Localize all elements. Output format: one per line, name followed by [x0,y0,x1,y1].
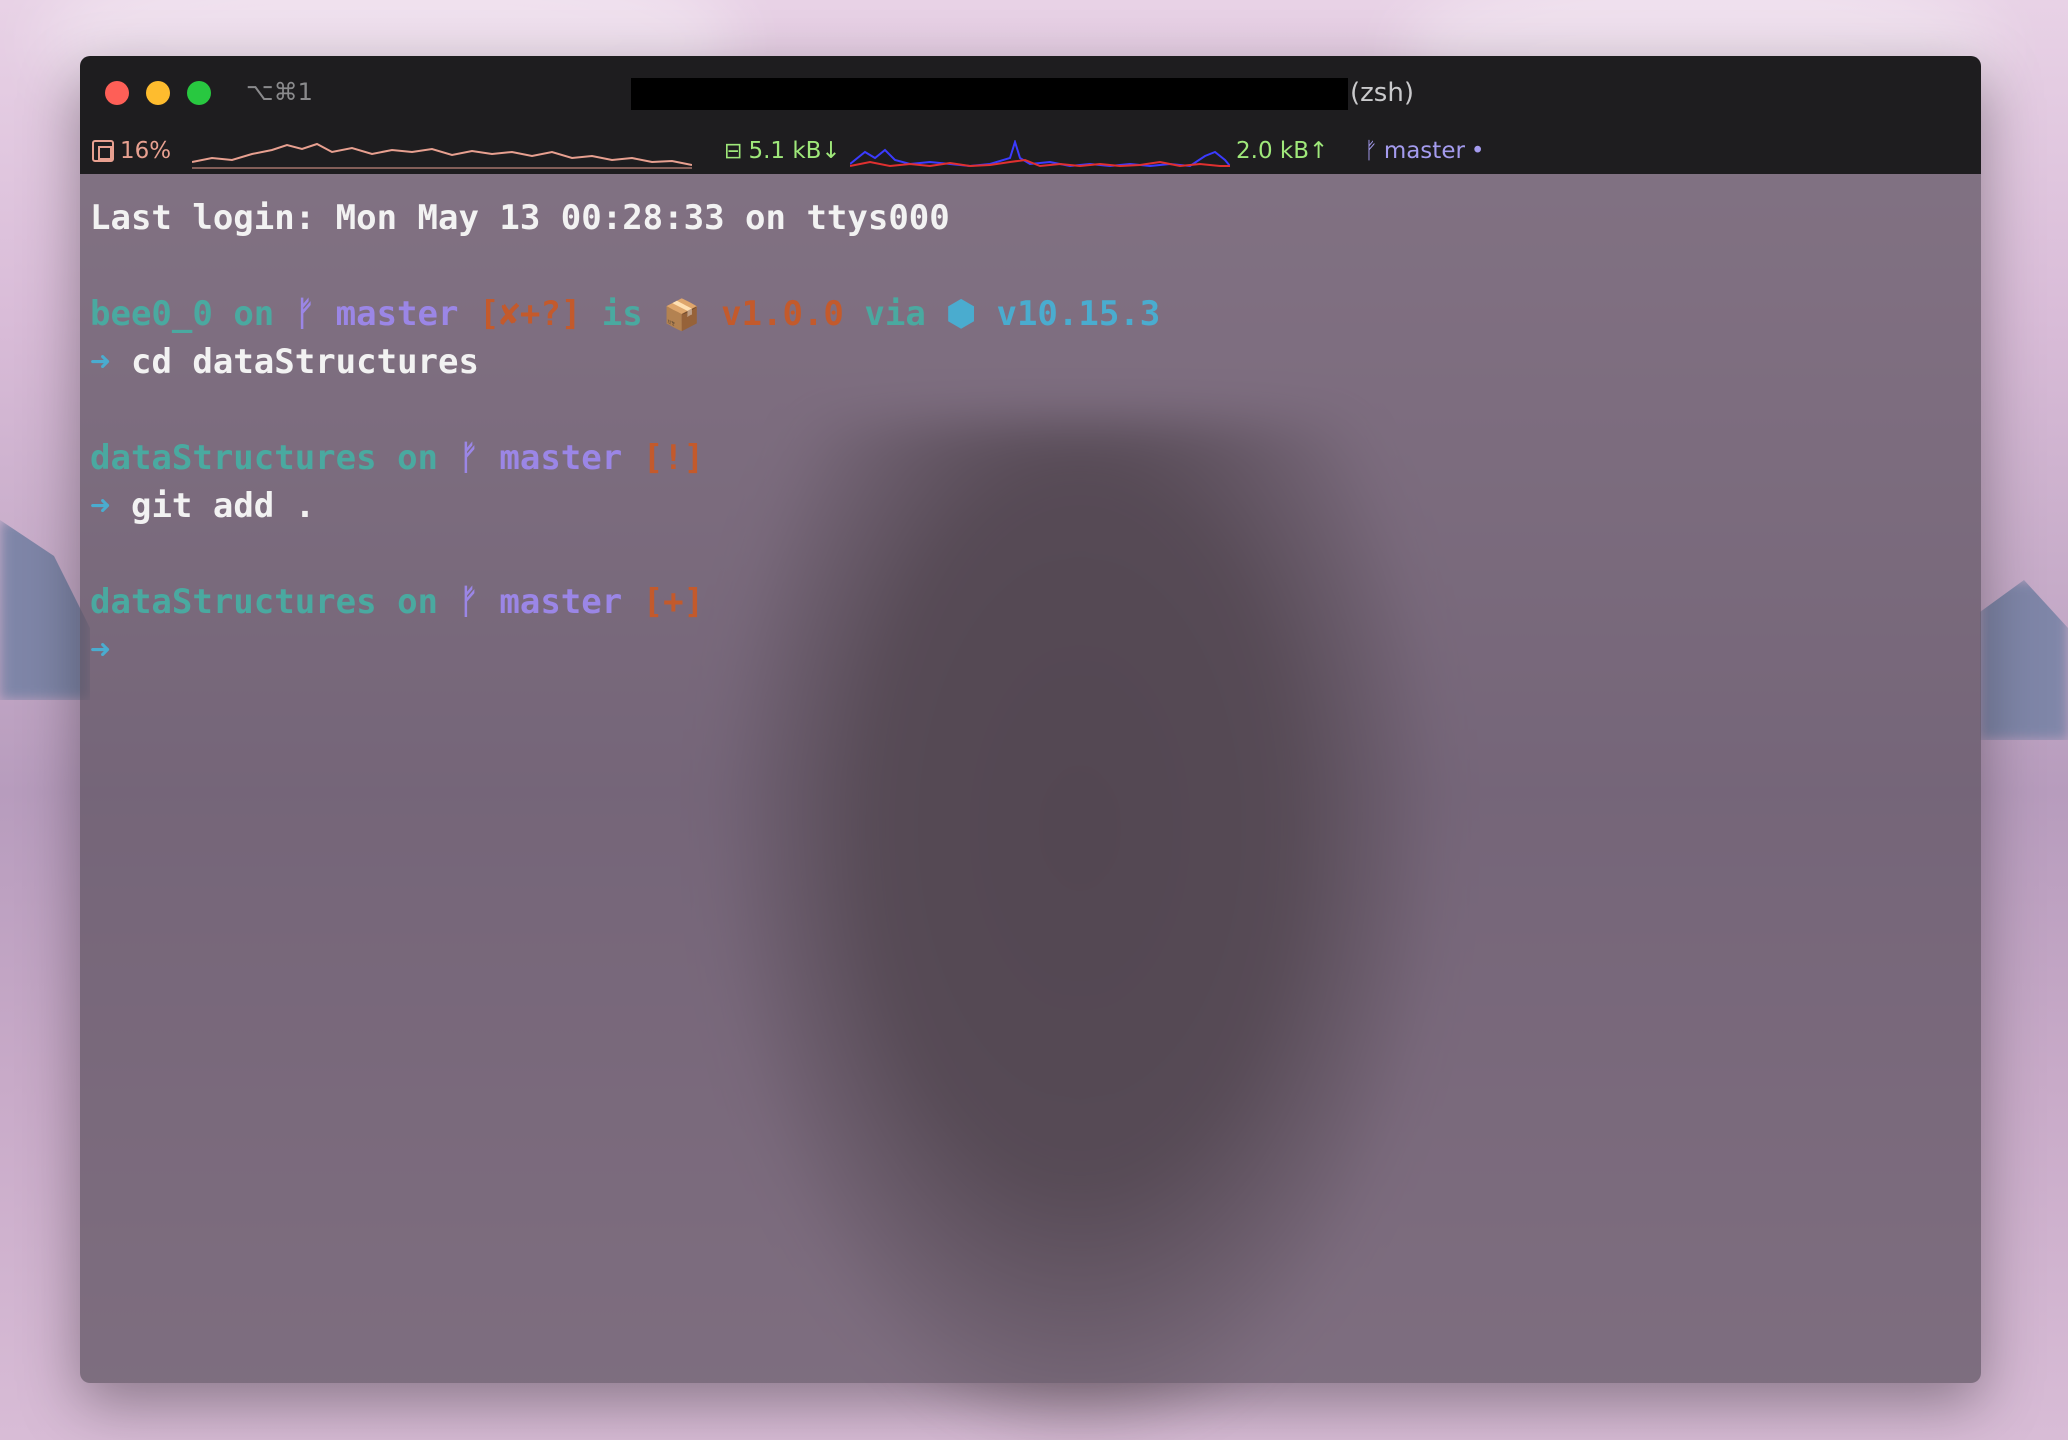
prompt-line: dataStructures on ᚠ master [+] [90,578,1971,626]
prompt-on: on [233,294,275,334]
git-branch-icon: ᚠ [458,582,479,622]
prompt-branch: master [335,294,459,334]
prompt-directory: dataStructures [90,582,377,622]
prompt-on: on [397,438,439,478]
node-icon: ⬢ [946,294,976,334]
prompt-arrow-icon: ➜ [90,630,111,670]
prompt-via: via [864,294,926,334]
status-bar: 16% ⊟ 5.1 kB↓ 2.0 kB↑ ᚠ master • [80,134,1981,174]
prompt-git-status: [+] [642,582,705,622]
wallpaper-mountain-right [1980,580,2068,740]
close-button[interactable] [105,81,129,105]
git-branch-name: master [1383,138,1465,164]
network-sparkline [850,140,1230,168]
prompt-directory: dataStructures [90,438,377,478]
tab-shortcut: ⌥⌘1 [246,78,313,106]
window-title: (zsh) [1350,78,1414,108]
prompt-git-status: [✘+?] [478,294,582,334]
prompt-package-version: v1.0.0 [721,294,844,334]
zoom-button[interactable] [187,81,211,105]
git-indicator: ᚠ master • [1364,138,1485,164]
last-login-line: Last login: Mon May 13 00:28:33 on ttys0… [90,198,950,238]
command-line: ➜ git add . [90,482,1971,530]
cpu-icon [92,140,114,162]
prompt-arrow-icon: ➜ [90,342,111,382]
cpu-indicator: 16% [92,138,171,164]
cpu-sparkline [192,142,692,169]
network-icon: ⊟ [724,138,743,164]
network-down-value: 5.1 kB↓ [748,138,841,164]
network-up-indicator: 2.0 kB↑ [1236,138,1328,164]
terminal-window[interactable]: ⌥⌘1 (zsh) 16% ⊟ 5.1 kB↓ 2.0 kB↑ ᚠ master… [80,56,1981,1383]
command-line: ➜ cd dataStructures [90,338,1971,386]
prompt-git-status: [!] [642,438,705,478]
prompt-branch: master [499,438,623,478]
prompt-branch: master [499,582,623,622]
git-dirty-dot: • [1470,138,1485,164]
title-bar[interactable]: ⌥⌘1 (zsh) 16% ⊟ 5.1 kB↓ 2.0 kB↑ ᚠ master… [80,56,1981,174]
command-text: git add . [130,486,316,526]
terminal-body[interactable]: Last login: Mon May 13 00:28:33 on ttys0… [80,174,1981,1383]
prompt-line: dataStructures on ᚠ master [!] [90,434,1971,482]
prompt-on: on [397,582,439,622]
prompt-directory: bee0_0 [90,294,213,334]
cpu-value: 16% [120,138,172,164]
command-line-current[interactable]: ➜ [90,626,1971,674]
git-branch-icon: ᚠ [294,294,316,334]
git-branch-icon: ᚠ [458,438,479,478]
traffic-lights [105,81,211,105]
redacted-title [631,78,1348,110]
prompt-line: bee0_0 on ᚠ master [✘+?] is 📦 v1.0.0 via… [90,290,1971,338]
package-icon: 📦 [663,298,701,333]
git-branch-icon: ᚠ [1364,138,1378,164]
minimize-button[interactable] [146,81,170,105]
network-up-value: 2.0 kB↑ [1236,138,1329,164]
prompt-node-version: v10.15.3 [996,294,1161,334]
prompt-is: is [601,294,643,334]
command-text: cd dataStructures [130,342,479,382]
wallpaper-mountain-left [0,520,90,700]
prompt-arrow-icon: ➜ [90,486,111,526]
network-down-indicator: ⊟ 5.1 kB↓ [724,138,841,164]
